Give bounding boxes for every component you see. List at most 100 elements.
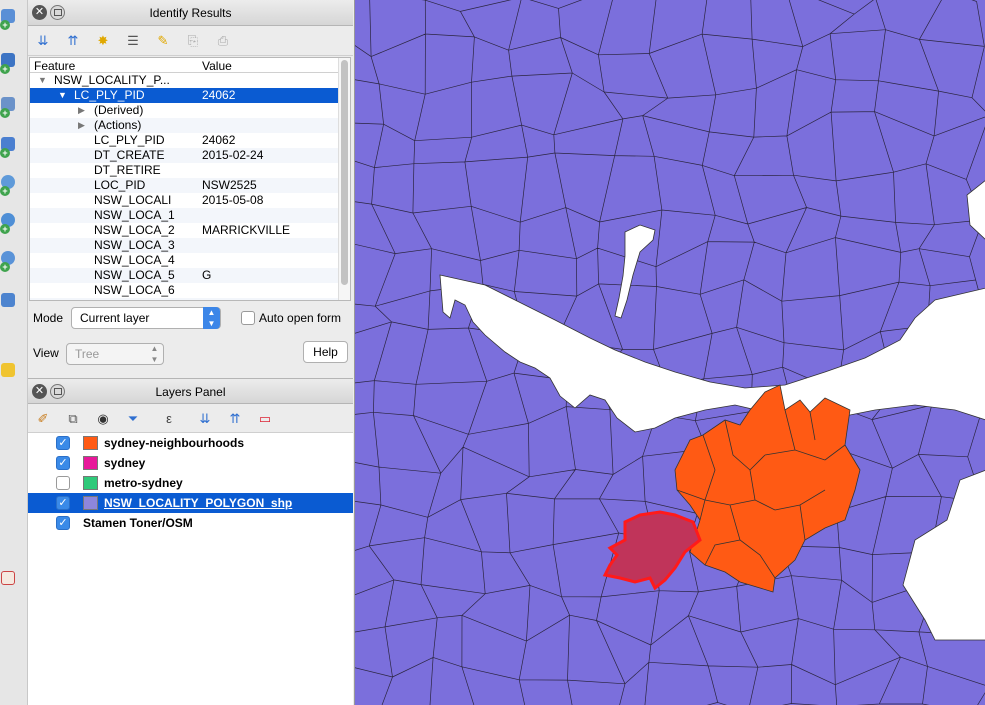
tree-row[interactable]: NSW_LOCA_1	[30, 208, 350, 223]
remove-layer-icon[interactable]: ▭	[256, 410, 274, 428]
layer-symbol-swatch[interactable]	[83, 476, 98, 490]
field-name: DT_RETIRE	[94, 163, 161, 177]
help-button[interactable]: Help	[303, 341, 348, 363]
tree-row[interactable]: NSW_LOCA_5 G	[30, 268, 350, 283]
tree-row[interactable]: ▶ (Derived)	[30, 103, 350, 118]
tree-row[interactable]: NSW_LOCA_2 MARRICKVILLE	[30, 223, 350, 238]
layer-item[interactable]: ✓ sydney	[28, 453, 353, 473]
layer-visibility-checkbox[interactable]: ✓	[56, 516, 70, 530]
add-wfs-layer-button[interactable]: +	[0, 248, 26, 274]
map-canvas[interactable]	[354, 0, 985, 705]
add-raster-layer-button[interactable]: +	[0, 50, 26, 76]
expand-all-icon[interactable]: ⇊	[196, 410, 214, 428]
field-name: NSW_LOCA_3	[94, 238, 175, 252]
layer-name: sydney-neighbourhoods	[104, 436, 245, 450]
layer-item[interactable]: ✓ NSW_LOCALITY_POLYGON_shp	[28, 493, 353, 513]
add-spatialite-layer-button[interactable]: +	[0, 134, 26, 160]
field-value: 2015-05-08	[202, 193, 264, 207]
view-select[interactable]: Tree ▲ ▼	[66, 343, 164, 365]
collapse-all-icon[interactable]: ⇈	[226, 410, 244, 428]
layer-item[interactable]: ✓ sydney-neighbourhoods	[28, 433, 353, 453]
layers-toolbar: ✐ ⧉ ◉ ⏷ ε ⇊ ⇈ ▭	[28, 404, 353, 434]
tree-row[interactable]: LC_PLY_PID 24062	[30, 133, 350, 148]
field-value: G	[202, 268, 212, 282]
field-name: NSW_LOCA_6	[94, 283, 175, 297]
layer-name: Stamen Toner/OSM	[83, 516, 193, 530]
qgis-window: + + + + + + + ✕ Identify Results ⇊ ⇈ ✸ ☰…	[0, 0, 985, 705]
mode-select[interactable]: Current layer ▲ ▼	[71, 307, 221, 329]
float-icon[interactable]	[50, 5, 65, 20]
expand-arrow-down-icon[interactable]: ▼	[58, 88, 67, 103]
panel-title: Layers Panel	[155, 385, 226, 399]
filter-icon[interactable]: ⏷	[124, 410, 142, 428]
field-name: NSW_LOCALITY_P...	[54, 73, 170, 87]
layer-item[interactable]: metro-sydney	[28, 473, 353, 493]
add-vector-layer-button[interactable]: +	[0, 6, 26, 32]
field-value: NSW2525	[202, 178, 257, 192]
layer-name: metro-sydney	[104, 476, 183, 490]
plus-icon: +	[0, 64, 10, 74]
tree-row[interactable]: NSW_LOCA_7 1	[30, 298, 350, 300]
scrollbar-thumb[interactable]	[341, 60, 348, 285]
value-column-header[interactable]: Value	[202, 59, 232, 73]
new-shapefile-button[interactable]	[0, 360, 26, 386]
layers-panel: ✕ Layers Panel ✐ ⧉ ◉ ⏷ ε ⇊ ⇈ ▭ ✓ sydney-n…	[28, 378, 353, 705]
identify-toolbar: ⇊ ⇈ ✸ ☰ ✎ ⎘ ⎙	[28, 26, 353, 56]
panel-title: Identify Results	[149, 6, 232, 20]
tree-row[interactable]: DT_CREATE 2015-02-24	[30, 148, 350, 163]
layer-item[interactable]: ✓ Stamen Toner/OSM	[28, 513, 353, 533]
field-name: NSW_LOCALI	[94, 193, 172, 207]
identify-results-tree[interactable]: Feature Value ▼ NSW_LOCALITY_P... ▼ LC_PLY_…	[29, 57, 351, 301]
expand-new-results-icon[interactable]: ✸	[94, 32, 112, 50]
layer-visibility-checkbox[interactable]: ✓	[56, 456, 70, 470]
add-delimited-text-button[interactable]	[0, 290, 26, 316]
map-icon	[1, 571, 15, 585]
expand-all-icon[interactable]: ⇊	[34, 32, 52, 50]
tree-row[interactable]: ▼ LC_PLY_PID 24062	[30, 88, 350, 103]
tree-row[interactable]: ▶ (Actions)	[30, 118, 350, 133]
identify-results-panel: ✕ Identify Results ⇊ ⇈ ✸ ☰ ✎ ⎘ ⎙ Feature…	[28, 0, 353, 378]
identify-titlebar: ✕ Identify Results	[28, 0, 353, 26]
auto-open-form-checkbox[interactable]	[241, 311, 255, 325]
expand-arrow-right-icon[interactable]: ▶	[78, 118, 85, 133]
close-icon[interactable]: ✕	[32, 384, 47, 399]
copy-icon[interactable]: ⎘	[184, 32, 202, 50]
close-icon[interactable]: ✕	[32, 5, 47, 20]
eye-icon[interactable]: ◉	[94, 410, 112, 428]
expand-arrow-down-icon[interactable]: ▼	[38, 73, 47, 88]
layer-tree[interactable]: ✓ sydney-neighbourhoods ✓ sydney metro-sydne…	[28, 432, 353, 705]
tree-row[interactable]: DT_RETIRE	[30, 163, 350, 178]
tree-row[interactable]: LOC_PID NSW2525	[30, 178, 350, 193]
tree-row[interactable]: NSW_LOCA_4	[30, 253, 350, 268]
tree-row[interactable]: NSW_LOCA_6	[30, 283, 350, 298]
collapse-all-icon[interactable]: ⇈	[64, 32, 82, 50]
feature-column-header[interactable]: Feature	[34, 59, 75, 73]
add-wms-layer-button[interactable]: +	[0, 172, 26, 198]
tree-row[interactable]: ▼ NSW_LOCALITY_P...	[30, 73, 350, 88]
add-postgis-layer-button[interactable]: +	[0, 94, 26, 120]
expression-filter-icon[interactable]: ε	[160, 410, 178, 428]
layer-name: sydney	[104, 456, 146, 470]
layer-symbol-swatch[interactable]	[83, 496, 98, 510]
style-icon[interactable]: ✐	[34, 410, 52, 428]
field-value: 24062	[202, 133, 236, 147]
layer-visibility-checkbox[interactable]	[56, 476, 70, 490]
clear-results-icon[interactable]: ✎	[154, 32, 172, 50]
layer-symbol-swatch[interactable]	[83, 456, 98, 470]
list-icon[interactable]: ☰	[124, 32, 142, 50]
float-icon[interactable]	[50, 384, 65, 399]
expand-arrow-right-icon[interactable]: ▶	[78, 103, 85, 118]
tree-row[interactable]: NSW_LOCA_3	[30, 238, 350, 253]
layer-symbol-swatch[interactable]	[83, 436, 98, 450]
tree-row[interactable]: NSW_LOCALI 2015-05-08	[30, 193, 350, 208]
layer-visibility-checkbox[interactable]: ✓	[56, 496, 70, 510]
field-name: LC_PLY_PID	[94, 133, 165, 147]
layer-visibility-checkbox[interactable]: ✓	[56, 436, 70, 450]
layers-titlebar: ✕ Layers Panel	[28, 378, 353, 404]
print-icon[interactable]: ⎙	[214, 32, 232, 50]
add-group-icon[interactable]: ⧉	[64, 410, 82, 428]
text-icon	[1, 293, 15, 307]
add-wcs-layer-button[interactable]: +	[0, 210, 26, 236]
tree-scrollbar[interactable]	[338, 58, 350, 300]
new-gpx-button[interactable]	[0, 568, 26, 594]
